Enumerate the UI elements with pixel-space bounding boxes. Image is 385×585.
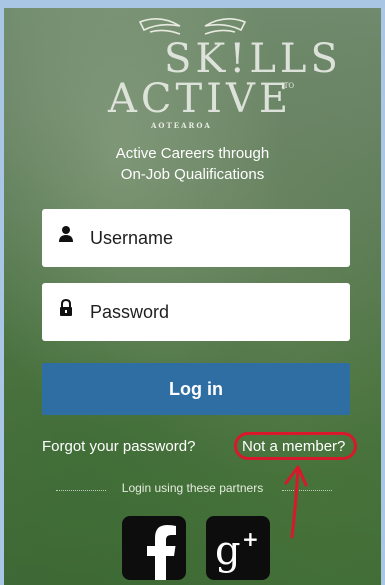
brand-line2: ACTIVE xyxy=(107,76,292,122)
password-label: Password xyxy=(90,302,170,322)
login-screen: SK!LLS ACTIVE ITO AOTEAROA Active Career… xyxy=(4,8,381,585)
annotation-arrow-icon xyxy=(284,465,308,539)
partners-label: Login using these partners xyxy=(121,481,264,495)
login-button[interactable]: Log in xyxy=(42,363,350,415)
google-plus-icon: g + xyxy=(215,527,259,574)
logo-emblem xyxy=(138,18,247,35)
svg-text:+: + xyxy=(242,527,259,551)
skills-active-logo: SK!LLS ACTIVE ITO AOTEAROA xyxy=(107,18,338,130)
brand-suffix: ITO xyxy=(281,82,294,90)
user-icon xyxy=(59,226,73,242)
google-plus-login-button[interactable]: g + xyxy=(206,516,270,580)
svg-text:g: g xyxy=(215,528,241,574)
password-field[interactable]: Password xyxy=(42,283,350,341)
facebook-login-button[interactable] xyxy=(122,516,186,580)
username-field[interactable]: Username xyxy=(42,209,350,267)
username-label: Username xyxy=(90,228,174,248)
facebook-icon xyxy=(147,525,176,580)
lock-icon xyxy=(60,299,72,316)
brand-subtitle: AOTEAROA xyxy=(150,121,212,130)
tagline-line2: On-Job Qualifications xyxy=(120,166,265,183)
forgot-password-link[interactable]: Forgot your password? xyxy=(42,438,195,455)
tagline-line1: Active Careers through xyxy=(115,145,270,162)
not-a-member-link[interactable]: Not a member? xyxy=(242,438,345,455)
